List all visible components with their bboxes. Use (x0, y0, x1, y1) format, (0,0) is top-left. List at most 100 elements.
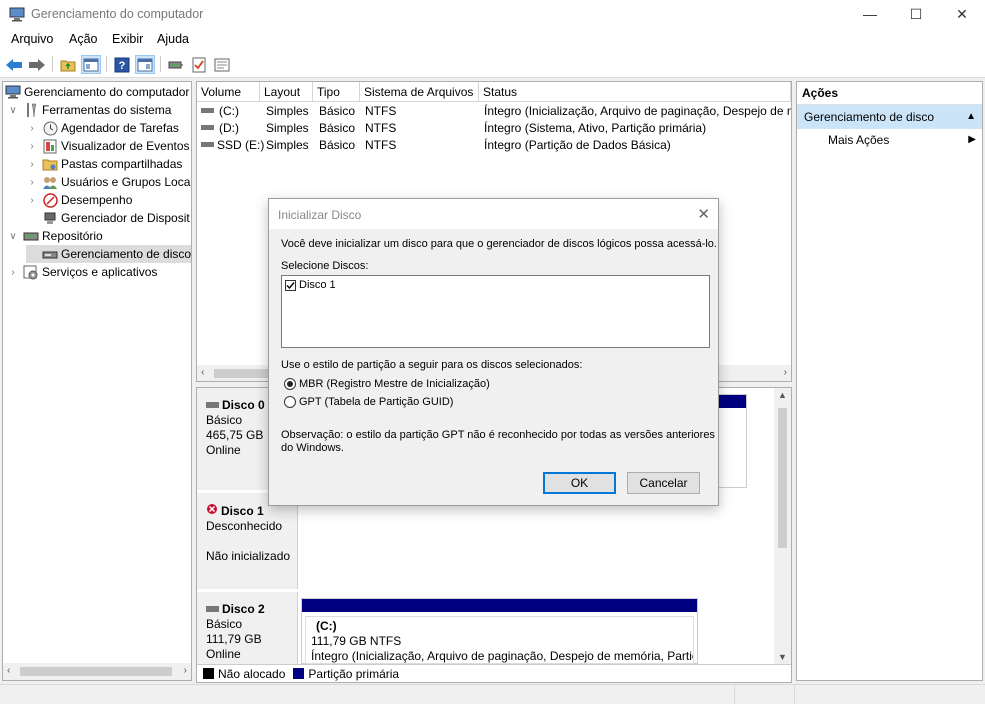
submenu-arrow-icon: ▶ (968, 134, 976, 145)
computer-management-icon (9, 7, 25, 22)
volume-icon (201, 103, 215, 120)
actions-pane: Ações Gerenciamento de disco ▲ Mais Açõe… (796, 81, 983, 681)
toolbar-separator (52, 56, 53, 72)
minimize-button[interactable]: — (847, 0, 893, 29)
column-header-filesystem[interactable]: Sistema de Arquivos (360, 82, 479, 102)
disk-drive-icon (42, 246, 58, 262)
menu-bar: Arquivo Ação Exibir Ajuda (0, 29, 985, 51)
mbr-radio[interactable] (284, 378, 296, 390)
tree-item-computer-management[interactable]: Gerenciamento do computador (5, 83, 189, 101)
select-disks-label: Selecione Discos: (281, 260, 369, 272)
scroll-thumb[interactable] (20, 667, 172, 676)
table-row[interactable]: (D:) Simples Básico NTFS Íntegro (Sistem… (197, 120, 791, 137)
chevron-down-icon[interactable]: ∨ (7, 231, 19, 242)
disk-1-checkbox[interactable] (285, 279, 296, 291)
table-row[interactable]: (C:) Simples Básico NTFS Íntegro (Inicia… (197, 103, 791, 120)
scroll-down-icon[interactable]: ▼ (778, 652, 787, 662)
column-header-layout[interactable]: Layout (260, 82, 313, 102)
volume-icon (201, 137, 215, 154)
disk-error-icon (206, 503, 218, 519)
forward-arrow-icon[interactable] (27, 55, 47, 74)
services-icon (23, 264, 39, 280)
dialog-intro-text: Você deve inicializar um disco para que … (281, 238, 717, 250)
tree-item-performance[interactable]: › Desempenho (26, 191, 132, 209)
partition-style-label: Use o estilo de partição a seguir para o… (281, 359, 583, 371)
dialog-title: Inicializar Disco (278, 208, 362, 222)
navigation-tree: Gerenciamento do computador ∨ Ferramenta… (2, 81, 192, 681)
scroll-thumb[interactable] (778, 408, 787, 548)
actions-section-disk-management[interactable]: Gerenciamento de disco ▲ (797, 105, 982, 129)
tree-item-device-manager[interactable]: Gerenciador de Disposit (26, 209, 190, 227)
ok-button[interactable]: OK (543, 472, 616, 494)
disk-2-label[interactable]: Disco 2 Básico 111,79 GB Online (197, 592, 298, 664)
disk-icon (206, 602, 219, 617)
scroll-left-icon[interactable]: ‹ (7, 665, 10, 676)
window-title: Gerenciamento do computador (31, 7, 204, 21)
scroll-right-icon[interactable]: › (184, 665, 187, 676)
column-header-status[interactable]: Status (479, 82, 791, 102)
disks-vertical-scrollbar[interactable]: ▲ ▼ (774, 388, 791, 664)
table-row[interactable]: SSD (E:) Simples Básico NTFS Íntegro (Pa… (197, 137, 791, 154)
computer-icon (5, 84, 21, 100)
chevron-right-icon[interactable]: › (26, 141, 38, 152)
toolbar: ? (0, 51, 985, 78)
close-button[interactable]: ✕ (939, 0, 985, 29)
disk-2-partition-c[interactable]: (C:) 111,79 GB NTFS Íntegro (Inicializaç… (301, 598, 698, 664)
chevron-right-icon[interactable]: › (26, 159, 38, 170)
chevron-right-icon[interactable]: › (7, 267, 19, 278)
tree-item-task-scheduler[interactable]: › Agendador de Tarefas (26, 119, 179, 137)
dialog-close-icon[interactable]: ✕ (697, 205, 710, 223)
menu-acao[interactable]: Ação (69, 32, 98, 46)
scroll-up-icon[interactable]: ▲ (778, 390, 787, 400)
gpt-radio[interactable] (284, 396, 296, 408)
tree-item-shared-folders[interactable]: › Pastas compartilhadas (26, 155, 182, 173)
help-icon[interactable]: ? (112, 55, 132, 74)
event-viewer-icon (42, 138, 58, 154)
checklist-icon[interactable] (189, 55, 209, 74)
svg-text:?: ? (119, 60, 126, 72)
title-bar: Gerenciamento do computador — ☐ ✕ (0, 0, 985, 29)
more-actions-item[interactable]: Mais Ações ▶ (797, 129, 982, 151)
tree-item-users-groups[interactable]: › Usuários e Grupos Loca (26, 173, 190, 191)
tree-item-disk-management[interactable]: Gerenciamento de disco (26, 245, 191, 263)
maximize-button[interactable]: ☐ (893, 0, 939, 29)
menu-exibir[interactable]: Exibir (112, 32, 143, 46)
legend-swatch-primary (293, 668, 305, 679)
dialog-title-bar: Inicializar Disco ✕ (269, 199, 718, 229)
disk-1-label[interactable]: Disco 1 Desconhecido Não inicializado (197, 493, 298, 589)
back-arrow-icon[interactable] (4, 55, 24, 74)
volume-icon (201, 120, 215, 137)
cancel-button[interactable]: Cancelar (627, 472, 700, 494)
show-hide-tree-icon[interactable] (81, 55, 101, 74)
tree-horizontal-scrollbar[interactable]: ‹ › (3, 663, 191, 680)
menu-arquivo[interactable]: Arquivo (11, 32, 53, 46)
tree-item-services-apps[interactable]: › Serviços e aplicativos (7, 263, 157, 281)
device-manager-icon (42, 210, 58, 226)
collapse-up-icon[interactable]: ▲ (966, 105, 976, 129)
chevron-right-icon[interactable]: › (26, 177, 38, 188)
disk-listbox[interactable]: Disco 1 (281, 275, 710, 348)
tree-item-system-tools[interactable]: ∨ Ferramentas do sistema (7, 101, 171, 119)
clock-icon (42, 120, 58, 136)
mbr-option[interactable]: MBR (Registro Mestre de Inicialização) (284, 378, 490, 390)
tree-item-storage[interactable]: ∨ Repositório (7, 227, 102, 245)
menu-ajuda[interactable]: Ajuda (157, 32, 189, 46)
tree-item-event-viewer[interactable]: › Visualizador de Eventos (26, 137, 190, 155)
scroll-left-icon[interactable]: ‹ (201, 367, 204, 378)
chevron-right-icon[interactable]: › (26, 195, 38, 206)
show-hide-action-pane-icon[interactable] (135, 55, 155, 74)
gpt-option[interactable]: GPT (Tabela de Partição GUID) (284, 396, 453, 408)
properties-icon[interactable] (212, 55, 232, 74)
column-header-type[interactable]: Tipo (313, 82, 360, 102)
disk-icon (206, 398, 219, 413)
scroll-right-icon[interactable]: › (784, 367, 787, 378)
status-segment (735, 685, 795, 704)
chevron-right-icon[interactable]: › (26, 123, 38, 134)
initialize-disk-dialog: Inicializar Disco ✕ Você deve inicializa… (268, 198, 719, 506)
actions-header: Ações (797, 82, 982, 105)
up-folder-icon[interactable] (58, 55, 78, 74)
chevron-down-icon[interactable]: ∨ (7, 105, 19, 116)
connect-drive-icon[interactable] (166, 55, 186, 74)
column-header-volume[interactable]: Volume (197, 82, 260, 102)
disk-list-item[interactable]: Disco 1 (285, 279, 336, 291)
